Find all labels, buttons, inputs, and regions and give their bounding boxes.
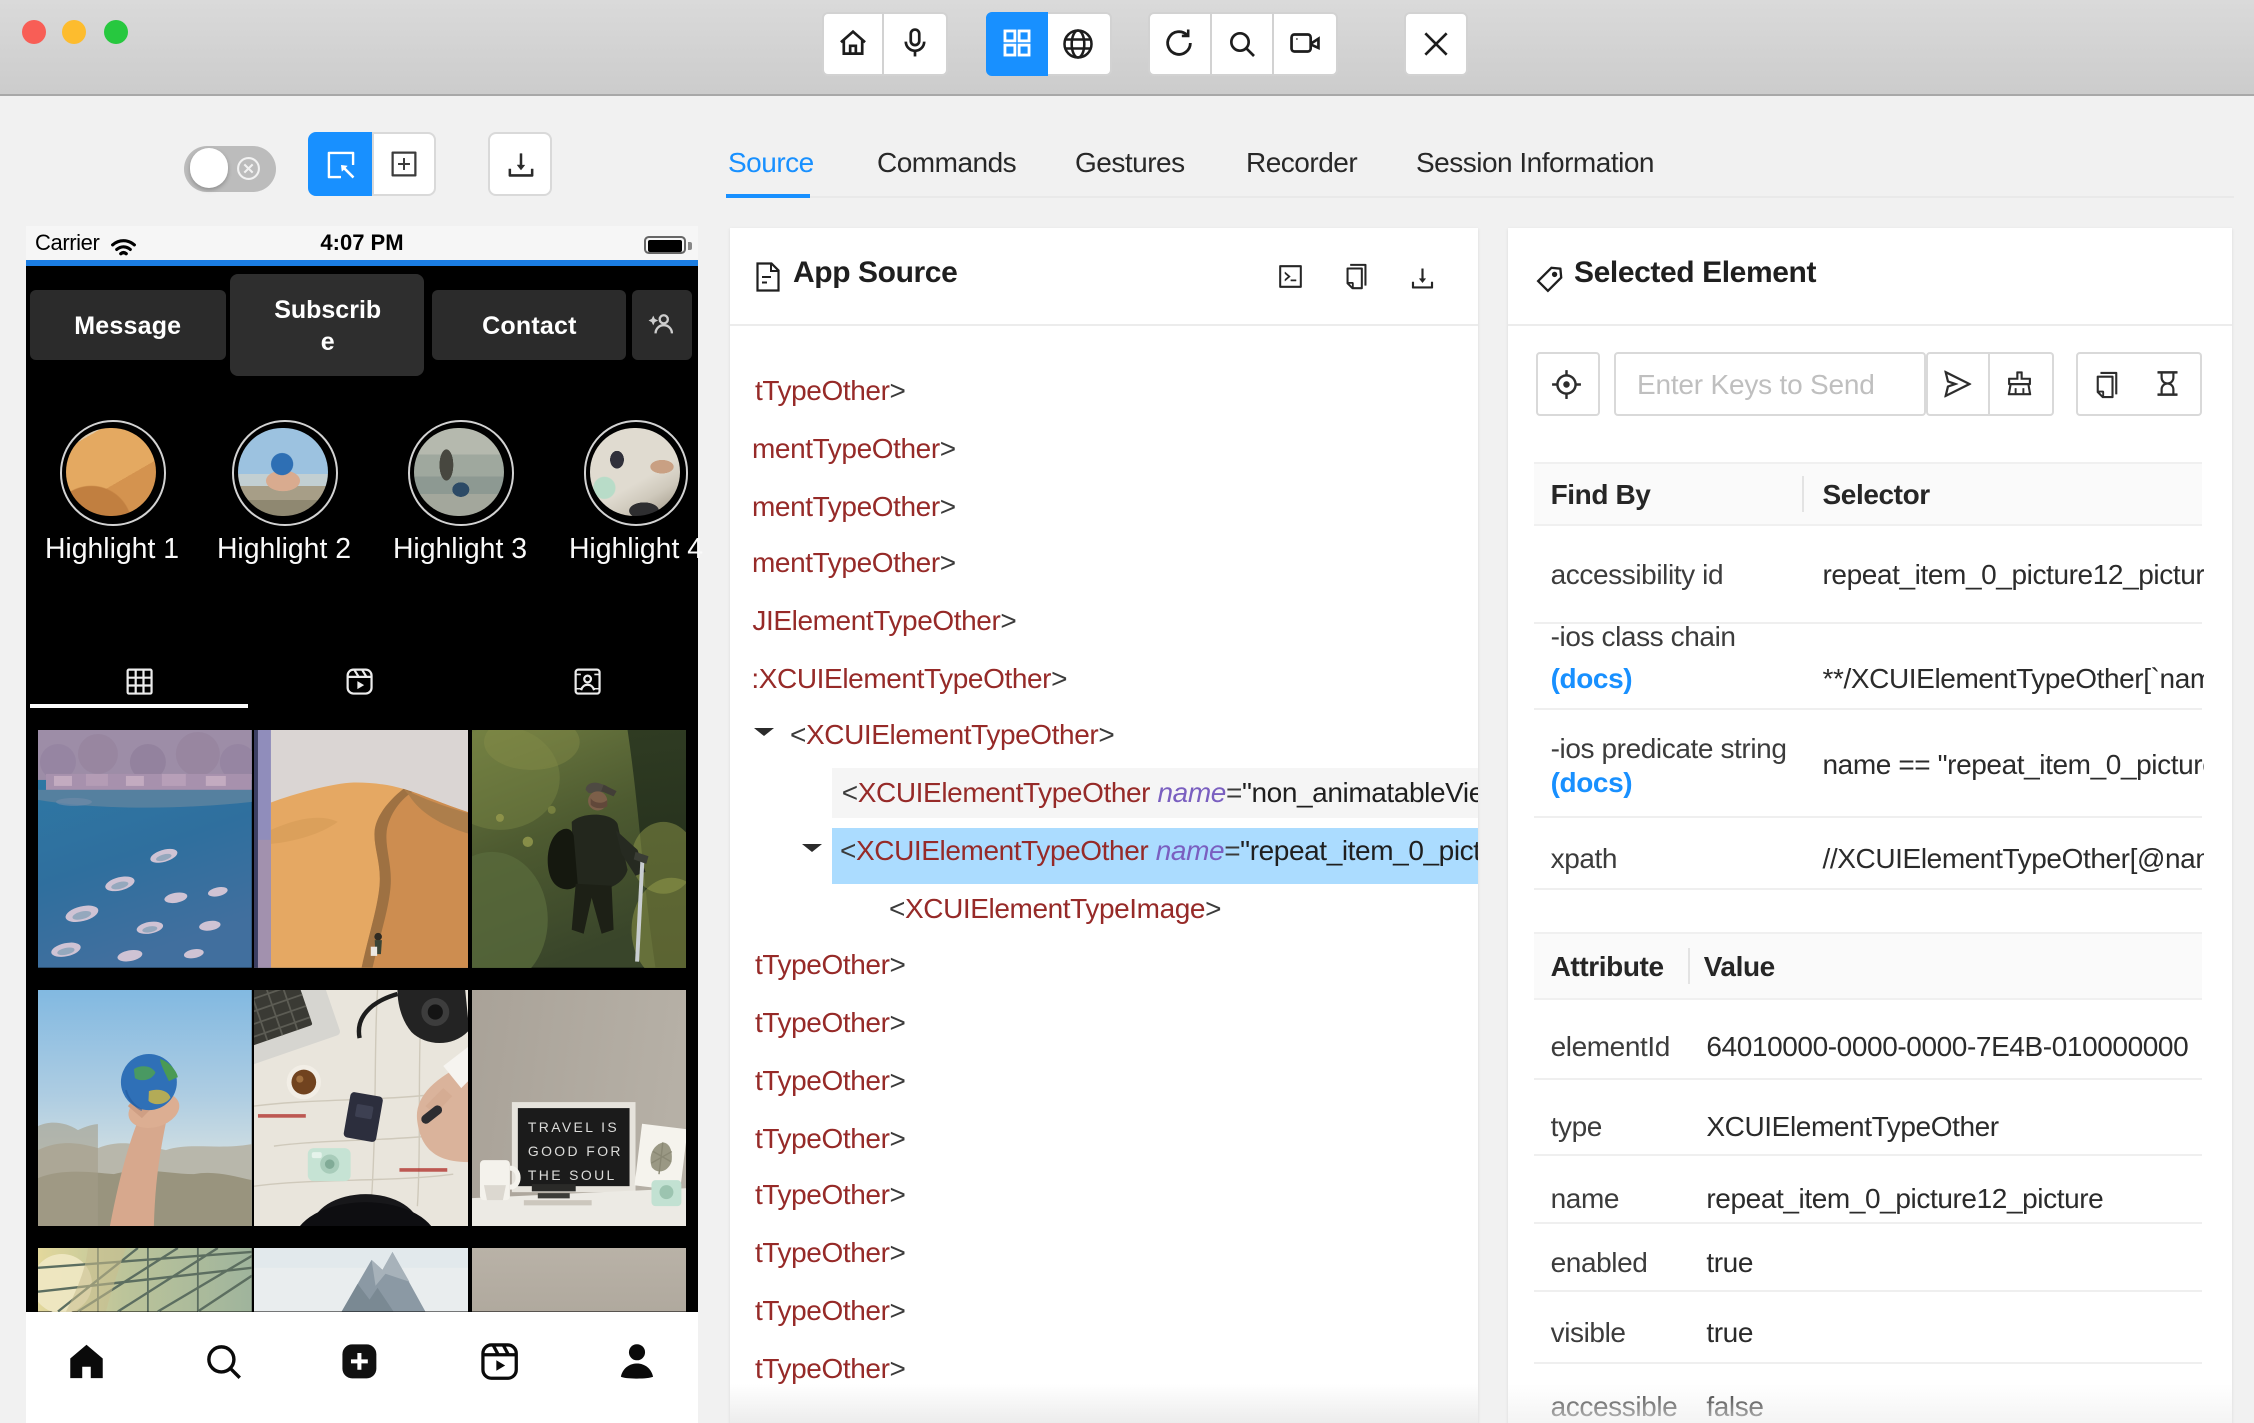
svg-text:GOOD FOR: GOOD FOR bbox=[527, 1144, 622, 1160]
svg-text:TRAVEL IS: TRAVEL IS bbox=[527, 1120, 618, 1136]
svg-text:THE SOUL: THE SOUL bbox=[527, 1168, 616, 1184]
